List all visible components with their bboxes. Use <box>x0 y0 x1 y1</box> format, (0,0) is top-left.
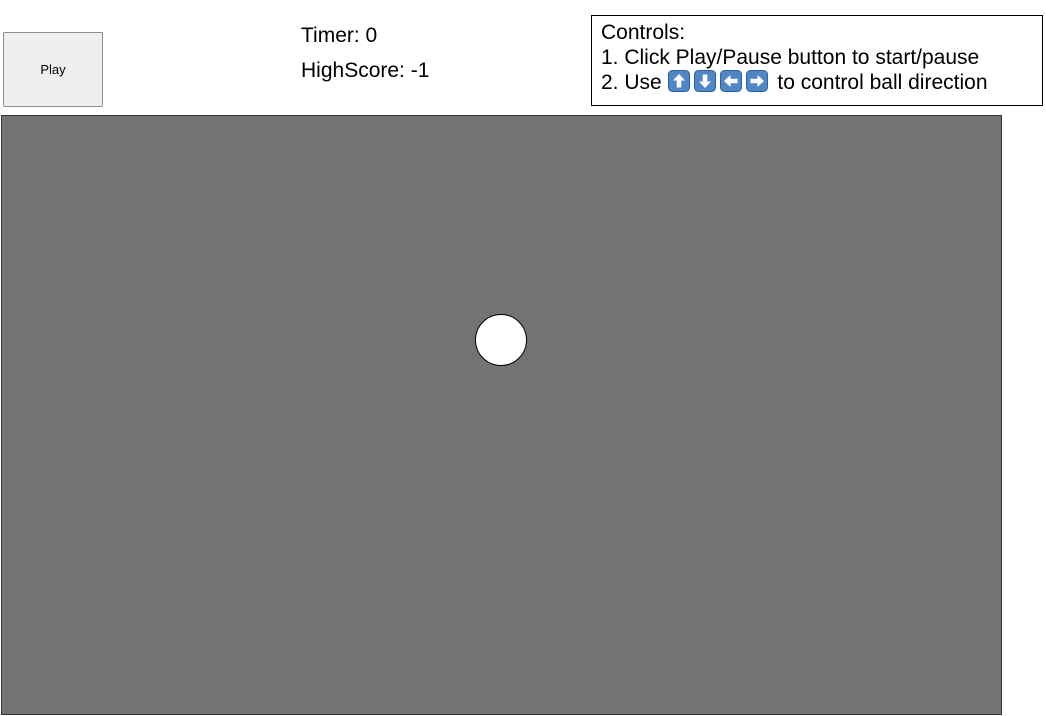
controls-line-2-suffix: to control ball direction <box>777 71 988 94</box>
arrow-right-key-icon <box>745 70 768 92</box>
timer-display: Timer: 0 <box>301 24 378 47</box>
game-board <box>1 115 1002 715</box>
stats-panel: Timer: 0 HighScore: -1 <box>301 18 429 88</box>
game-page: Play Timer: 0 HighScore: -1 Controls: 1.… <box>0 0 1046 716</box>
play-pause-button[interactable]: Play <box>3 32 103 107</box>
arrow-down-key-icon <box>693 70 716 92</box>
controls-title: Controls: <box>601 21 686 44</box>
controls-line-2: 2. Use to control ball direction <box>601 70 1042 95</box>
highscore-display: HighScore: -1 <box>301 59 430 82</box>
controls-line-2-prefix: 2. Use <box>601 71 662 94</box>
ball <box>475 314 527 366</box>
arrow-left-key-icon <box>719 70 742 92</box>
controls-line-1: 1. Click Play/Pause button to start/paus… <box>601 46 980 69</box>
arrow-up-key-icon <box>667 70 690 92</box>
controls-help-box: Controls: 1. Click Play/Pause button to … <box>591 15 1043 106</box>
